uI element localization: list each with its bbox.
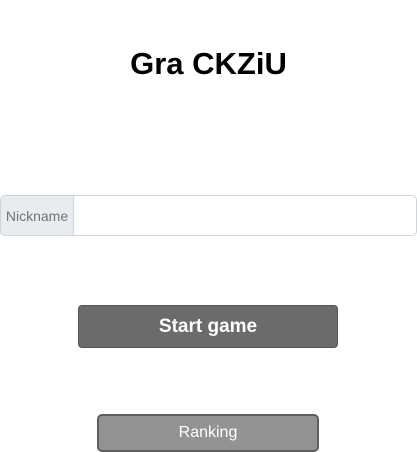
nickname-input-group: Nickname	[0, 195, 417, 236]
start-game-button[interactable]: Start game	[78, 305, 338, 348]
main-page: Gra CKZiU Nickname Start game Ranking	[0, 0, 417, 452]
ranking-button[interactable]: Ranking	[97, 414, 319, 452]
page-title: Gra CKZiU	[130, 46, 287, 81]
nickname-label: Nickname	[1, 196, 74, 235]
nickname-input[interactable]	[74, 196, 416, 235]
